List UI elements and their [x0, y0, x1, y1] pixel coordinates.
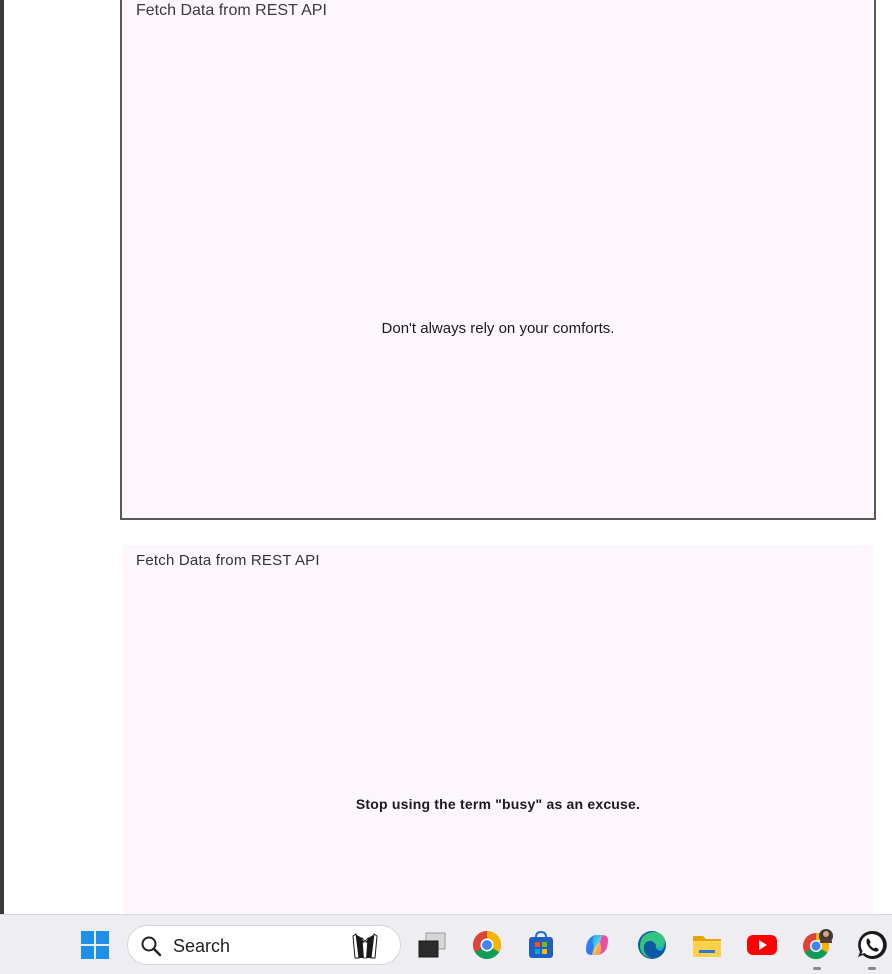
quote-text: Stop using the term "busy" as an excuse. [355, 796, 641, 812]
task-view-icon[interactable] [416, 929, 448, 961]
youtube-icon[interactable] [746, 929, 778, 961]
quote-text: Don't always rely on your comforts. [381, 320, 615, 337]
quote-card-1: Fetch Data from REST API Don't always re… [120, 0, 876, 520]
search-icon [141, 936, 162, 957]
copilot-icon[interactable] [581, 929, 613, 961]
taskbar-search-box[interactable]: Search [127, 925, 401, 965]
quote-card-2: Fetch Data from REST API Stop using the … [123, 545, 873, 915]
running-indicator [868, 967, 876, 970]
butler-highlight-icon[interactable] [350, 930, 380, 962]
windows-taskbar: Search [0, 914, 892, 974]
card-title: Fetch Data from REST API [136, 552, 320, 569]
windows-start-icon[interactable] [79, 929, 111, 961]
chrome-profile-icon[interactable] [801, 929, 833, 961]
running-indicator [813, 967, 821, 970]
search-input[interactable]: Search [173, 936, 230, 957]
whatsapp-icon[interactable] [856, 929, 888, 961]
card-title: Fetch Data from REST API [136, 2, 327, 19]
window-left-edge [0, 0, 4, 914]
microsoft-store-icon[interactable] [525, 929, 557, 961]
edge-icon[interactable] [636, 929, 668, 961]
chrome-icon[interactable] [471, 929, 503, 961]
file-explorer-icon[interactable] [691, 929, 723, 961]
